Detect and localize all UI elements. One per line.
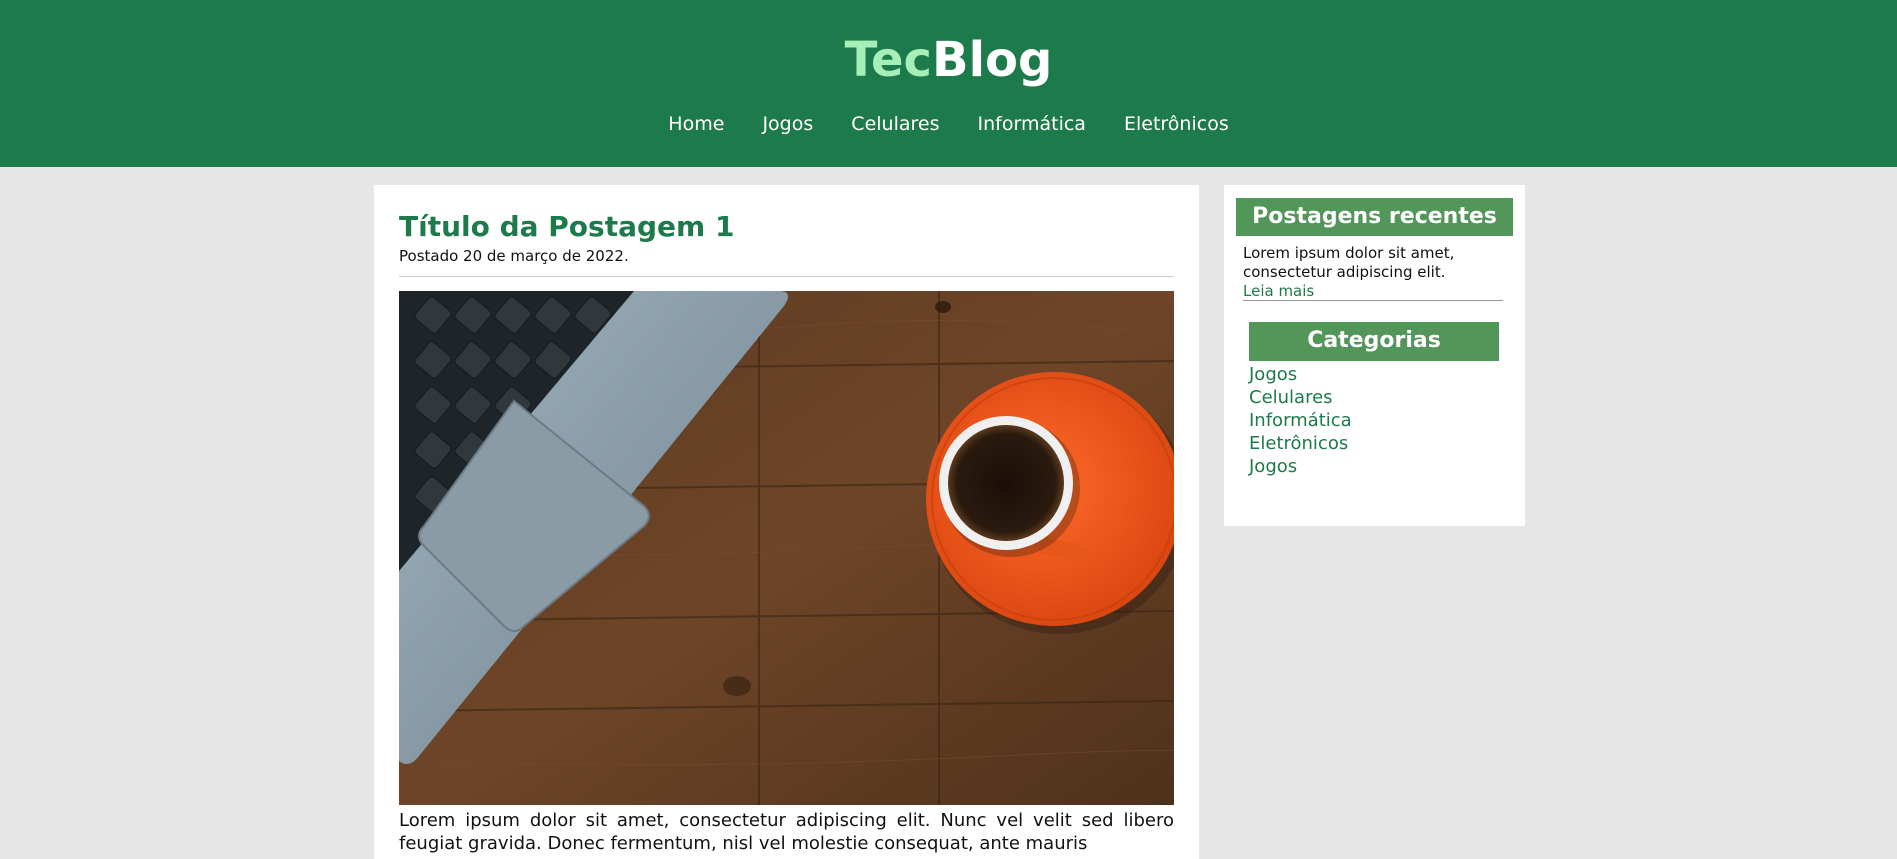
categories-heading: Categorias <box>1249 322 1499 361</box>
category-link-celulares[interactable]: Celulares <box>1249 387 1333 408</box>
recent-divider <box>1243 300 1503 301</box>
nav-informatica[interactable]: Informática <box>978 110 1086 138</box>
category-item: Celulares <box>1249 386 1352 409</box>
logo-blog: Blog <box>932 32 1053 88</box>
logo-tec: Tec <box>844 32 932 88</box>
sidebar: Postagens recentes Lorem ipsum dolor sit… <box>1224 185 1525 526</box>
category-item: Eletrônicos <box>1249 432 1352 455</box>
category-link-informatica[interactable]: Informática <box>1249 410 1352 431</box>
nav-jogos[interactable]: Jogos <box>762 110 813 138</box>
site-logo[interactable]: TecBlog <box>0 30 1897 90</box>
category-link-jogos[interactable]: Jogos <box>1249 364 1297 385</box>
post-divider <box>399 276 1174 277</box>
nav-home[interactable]: Home <box>668 110 724 138</box>
post-date: Postado 20 de março de 2022. <box>399 247 629 265</box>
category-item: Informática <box>1249 409 1352 432</box>
categories-list: Jogos Celulares Informática Eletrônicos … <box>1249 363 1352 478</box>
recent-post-excerpt: Lorem ipsum dolor sit amet, consectetur … <box>1243 244 1455 281</box>
post-body: Lorem ipsum dolor sit amet, consectetur … <box>399 810 1174 854</box>
post-article: Título da Postagem 1 Postado 20 de março… <box>374 185 1199 859</box>
nav-eletronicos[interactable]: Eletrônicos <box>1124 110 1229 138</box>
read-more-link[interactable]: Leia mais <box>1243 282 1314 301</box>
category-link-eletronicos[interactable]: Eletrônicos <box>1249 433 1348 454</box>
main-nav: Home Jogos Celulares Informática Eletrôn… <box>0 110 1897 138</box>
category-link-jogos-2[interactable]: Jogos <box>1249 456 1297 477</box>
category-item: Jogos <box>1249 455 1352 478</box>
post-image <box>399 291 1174 805</box>
category-item: Jogos <box>1249 363 1352 386</box>
recent-posts-heading: Postagens recentes <box>1236 198 1513 236</box>
site-header: TecBlog Home Jogos Celulares Informática… <box>0 0 1897 167</box>
nav-celulares[interactable]: Celulares <box>851 110 939 138</box>
post-title[interactable]: Título da Postagem 1 <box>399 209 734 245</box>
